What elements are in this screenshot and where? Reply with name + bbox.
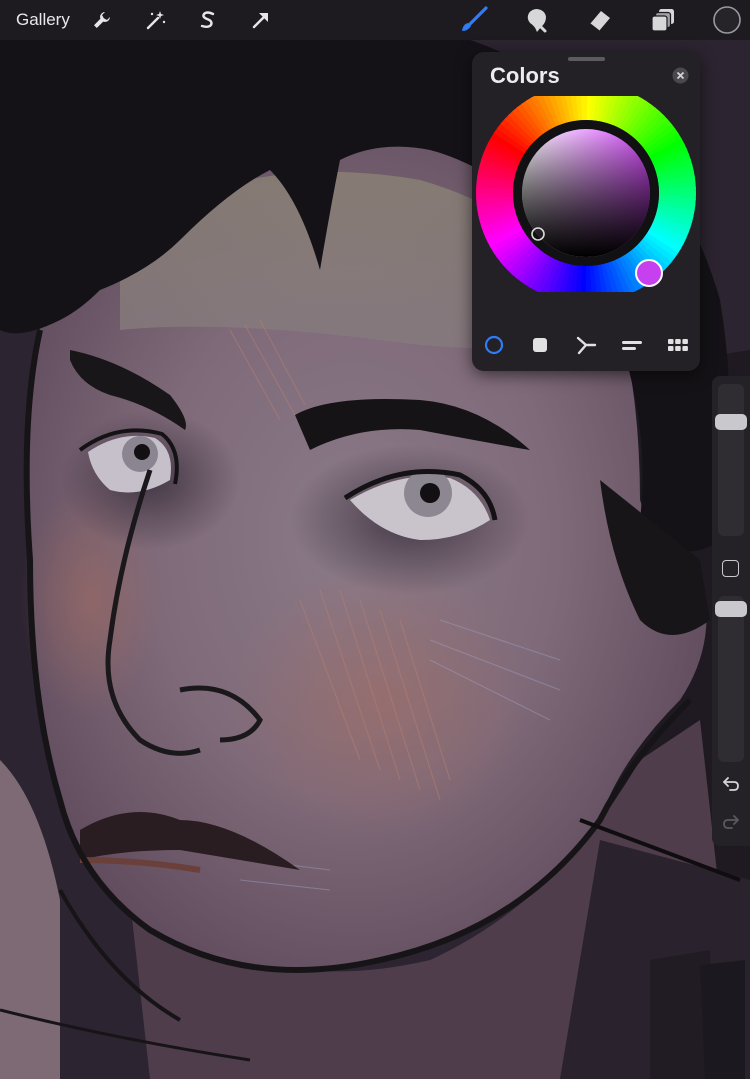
- layers-icon[interactable]: [651, 7, 677, 33]
- panel-grabber[interactable]: [568, 57, 605, 61]
- current-color-swatch[interactable]: [712, 5, 742, 35]
- colors-panel: Colors: [472, 52, 700, 371]
- selection-s-icon[interactable]: [196, 8, 220, 32]
- modify-button[interactable]: [722, 560, 739, 577]
- saturation-disc[interactable]: [522, 129, 650, 257]
- undo-icon[interactable]: [721, 774, 741, 794]
- tab-classic-icon[interactable]: [529, 335, 551, 355]
- magic-wand-icon[interactable]: [144, 8, 168, 32]
- brush-size-thumb[interactable]: [715, 414, 747, 430]
- smudge-icon[interactable]: [523, 6, 551, 34]
- transform-arrow-icon[interactable]: [249, 8, 273, 32]
- eraser-icon[interactable]: [586, 6, 614, 34]
- wrench-icon[interactable]: [90, 8, 114, 32]
- side-toolbar: [712, 376, 750, 846]
- redo-icon[interactable]: [721, 812, 741, 832]
- gallery-button[interactable]: Gallery: [16, 10, 70, 30]
- close-icon[interactable]: [672, 67, 689, 84]
- opacity-slider[interactable]: [715, 596, 747, 762]
- colors-panel-title: Colors: [490, 63, 560, 88]
- brush-icon[interactable]: [460, 6, 488, 34]
- color-disc[interactable]: [476, 96, 696, 292]
- top-toolbar: Gallery: [0, 0, 750, 40]
- hue-picker-marker: [635, 259, 663, 287]
- tab-value-icon[interactable]: [621, 335, 643, 355]
- tab-harmony-icon[interactable]: [575, 335, 597, 355]
- opacity-thumb[interactable]: [715, 601, 747, 617]
- tab-disc-icon[interactable]: [483, 335, 505, 355]
- tab-palettes-icon[interactable]: [667, 335, 689, 355]
- brush-size-slider[interactable]: [715, 384, 747, 536]
